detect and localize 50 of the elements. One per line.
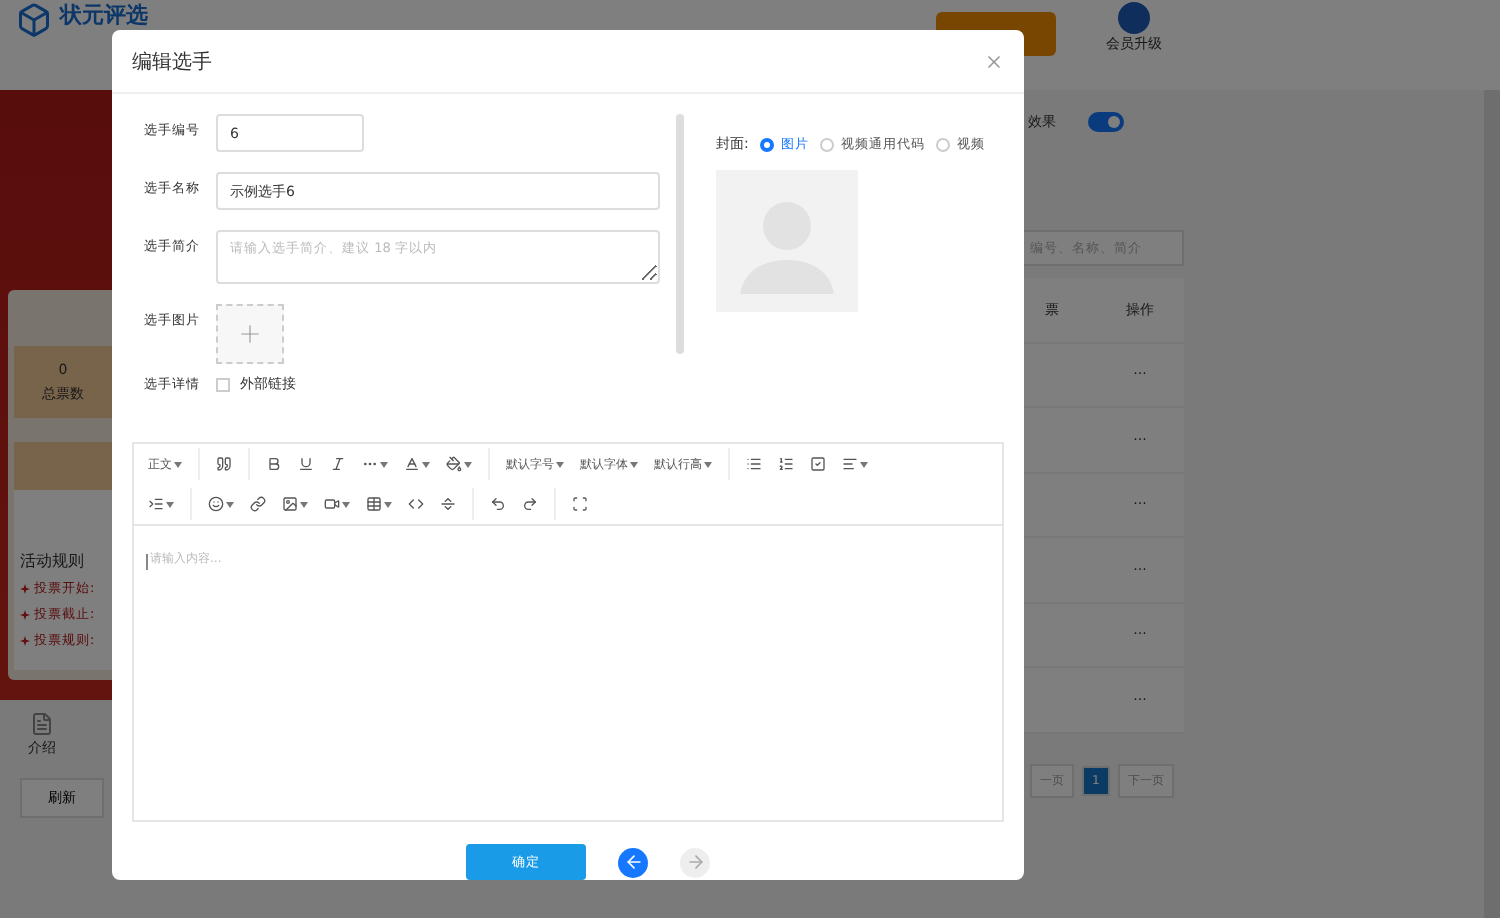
back-button[interactable] (618, 847, 648, 877)
video-icon (324, 496, 340, 512)
arrow-right-icon (685, 852, 705, 872)
divider-icon (440, 496, 456, 512)
bold-icon (266, 456, 282, 472)
star-icon (20, 610, 30, 620)
underline-icon (298, 456, 314, 472)
caret-icon (166, 501, 174, 507)
redo-icon (522, 496, 538, 512)
rules-title: 活动规则 (20, 550, 86, 572)
image-icon (282, 496, 298, 512)
indent-icon (148, 496, 164, 512)
caret-icon (380, 461, 388, 467)
numbered-list-icon (778, 456, 794, 472)
link-icon (250, 496, 266, 512)
cube-logo-icon (16, 2, 52, 38)
arrow-left-icon (623, 852, 643, 872)
caret-icon (556, 461, 564, 467)
quote-icon (216, 456, 232, 472)
caret-icon (860, 461, 868, 467)
star-icon (20, 636, 30, 646)
logo-text: 状元评选 (60, 2, 148, 28)
star-icon (20, 584, 30, 594)
caret-icon (384, 501, 392, 507)
dialog-title: 编辑选手 (132, 49, 212, 75)
italic-icon (330, 456, 346, 472)
bullet-list-icon (746, 456, 762, 472)
font-color-icon (404, 456, 420, 472)
background-color-icon (446, 456, 462, 472)
fullscreen-icon (572, 496, 588, 512)
document-icon[interactable] (30, 712, 54, 736)
undo-icon (490, 496, 506, 512)
caret-icon (464, 461, 472, 467)
close-icon[interactable] (984, 51, 1004, 71)
caret-icon (704, 461, 712, 467)
table-icon (366, 496, 382, 512)
caret-icon (300, 501, 308, 507)
caret-icon (422, 461, 430, 467)
checkbox[interactable] (216, 377, 230, 391)
todo-icon (810, 456, 826, 472)
plus-icon (236, 320, 264, 348)
emoji-icon (208, 496, 224, 512)
align-icon (842, 456, 858, 472)
toggle-switch[interactable] (1088, 111, 1124, 131)
caret-icon (630, 461, 638, 467)
caret-icon (226, 501, 234, 507)
caret-icon (174, 461, 182, 467)
caret-icon (342, 501, 350, 507)
avatar-placeholder-icon (716, 170, 858, 312)
code-icon (408, 496, 424, 512)
